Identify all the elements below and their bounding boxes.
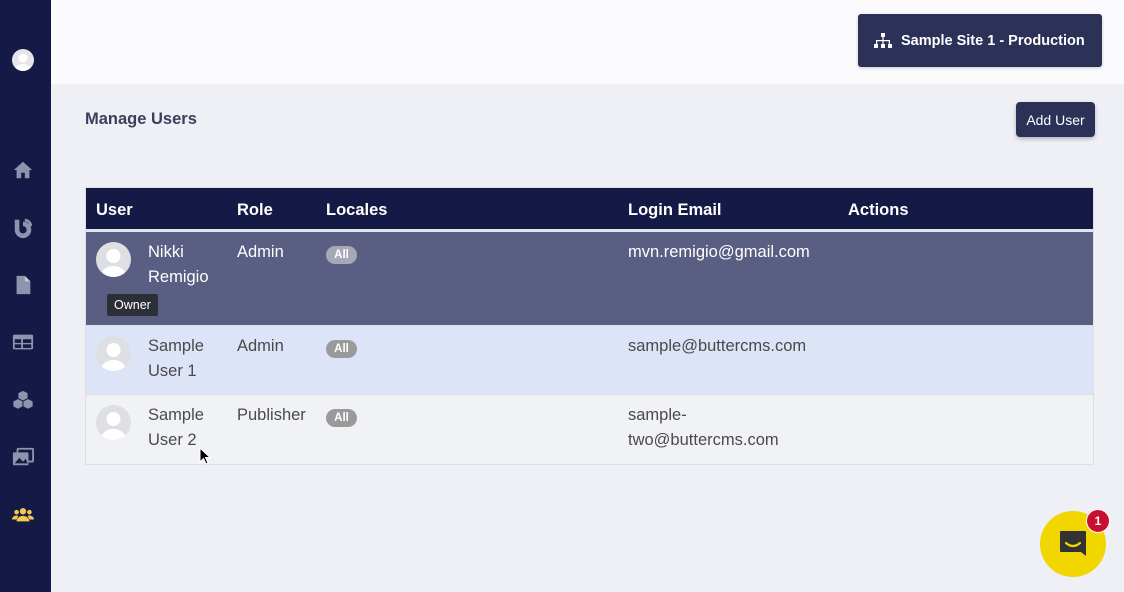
sidebar: [0, 0, 51, 592]
sidebar-item-media[interactable]: [11, 445, 35, 469]
blog-icon: [14, 218, 33, 239]
users-table: User Role Locales Login Email Actions Ni…: [85, 187, 1094, 465]
owner-tooltip: Owner: [107, 294, 158, 316]
table-row[interactable]: Sample User 2 Publisher All sample-two@b…: [86, 395, 1093, 464]
users-icon: [12, 508, 34, 522]
user-avatar: [96, 405, 131, 440]
column-header-actions: Actions: [848, 201, 909, 219]
sidebar-item-pages[interactable]: [11, 273, 35, 297]
site-selector-button[interactable]: Sample Site 1 - Production: [858, 14, 1102, 67]
media-icon: [12, 447, 34, 466]
user-email: sample-two@buttercms.com: [628, 406, 779, 449]
top-bar: Sample Site 1 - Production: [51, 0, 1124, 84]
user-name: Sample User 2: [148, 406, 204, 449]
user-role: Publisher: [237, 406, 306, 424]
add-user-button[interactable]: Add User: [1016, 102, 1095, 137]
sitemap-icon: [874, 32, 892, 48]
sidebar-item-components[interactable]: [11, 388, 35, 412]
user-avatar: [96, 242, 131, 277]
user-role: Admin: [237, 337, 284, 355]
sidebar-item-blog[interactable]: [11, 216, 35, 240]
locale-badge: All: [326, 246, 357, 264]
user-avatar: [96, 336, 131, 371]
table-row[interactable]: Nikki Remigio Owner Admin All mvn.remigi…: [86, 232, 1093, 326]
user-role: Admin: [237, 243, 284, 261]
site-name: Sample Site 1 - Production: [901, 32, 1085, 49]
default-avatar-icon: [101, 249, 126, 277]
user-name: Sample User 1: [148, 337, 204, 380]
user-name: Nikki Remigio: [148, 243, 209, 286]
table-row[interactable]: Sample User 1 Admin All sample@buttercms…: [86, 326, 1093, 395]
user-email: sample@buttercms.com: [628, 337, 807, 355]
page-title: Manage Users: [85, 110, 197, 128]
column-header-login-email[interactable]: Login Email: [628, 201, 722, 220]
column-header-role[interactable]: Role: [237, 201, 273, 220]
default-avatar-icon: [101, 412, 126, 440]
sidebar-item-home[interactable]: [11, 158, 35, 182]
table-header: User Role Locales Login Email Actions: [86, 188, 1093, 232]
collections-table-icon: [12, 334, 34, 350]
chat-notification-badge: 1: [1086, 509, 1110, 533]
chat-bubble-icon: [1060, 531, 1086, 556]
column-header-user[interactable]: User: [96, 201, 133, 220]
locale-badge: All: [326, 340, 357, 358]
avatar-icon: [15, 53, 31, 71]
page-icon: [16, 275, 31, 295]
locale-badge: All: [326, 409, 357, 427]
profile-avatar[interactable]: [12, 49, 34, 71]
column-header-locales[interactable]: Locales: [326, 201, 387, 220]
sidebar-item-collections[interactable]: [11, 330, 35, 354]
mouse-cursor-icon: [199, 447, 212, 465]
default-avatar-icon: [101, 343, 126, 371]
user-email: mvn.remigio@gmail.com: [628, 243, 810, 261]
components-cubes-icon: [13, 390, 33, 409]
sidebar-item-users[interactable]: [11, 502, 35, 526]
home-icon: [13, 161, 33, 179]
